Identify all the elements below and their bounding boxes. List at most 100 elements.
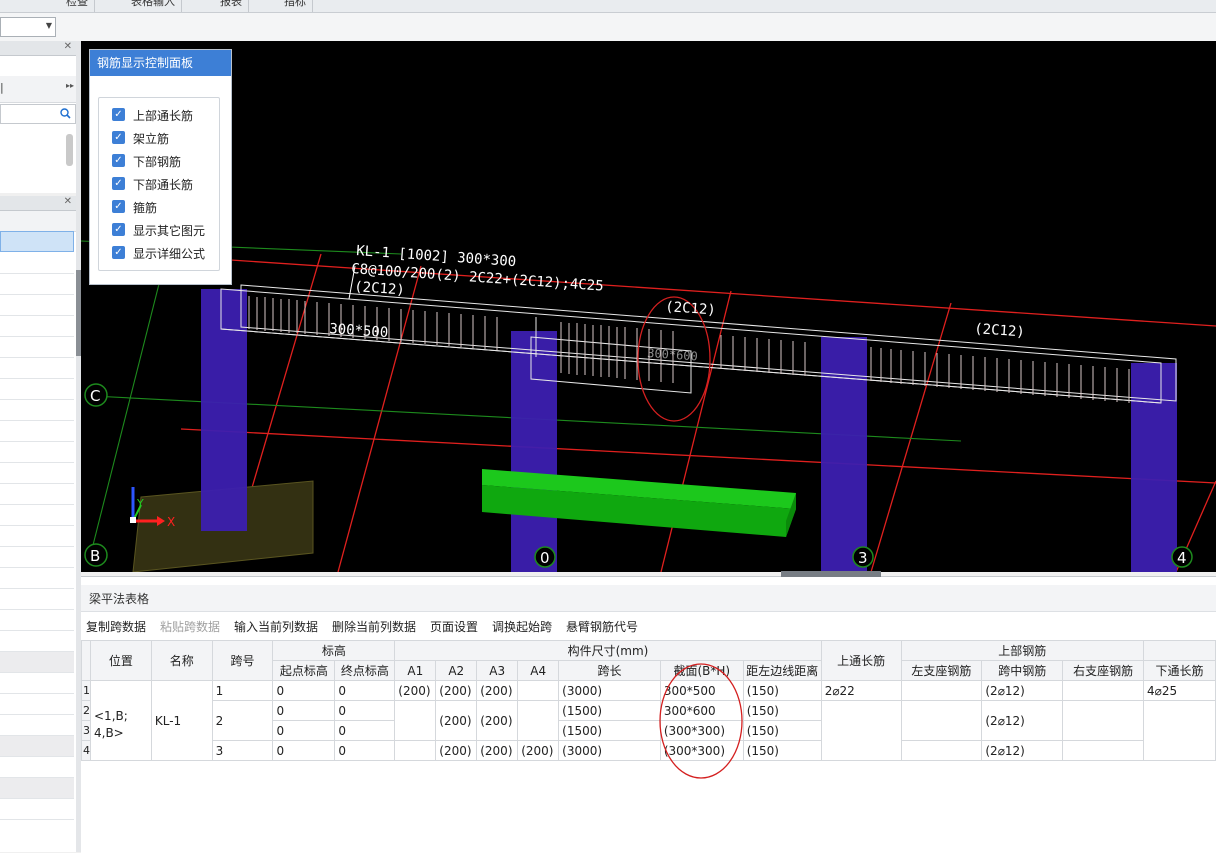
header-bottom-through[interactable]: 下通长筋	[1143, 660, 1216, 681]
option-erection-rebar[interactable]: ✓ 架立筋	[112, 129, 230, 147]
cell-end-elev[interactable]: 0	[334, 720, 396, 741]
cell-start-elev[interactable]: 0	[272, 720, 336, 741]
cell-a1[interactable]	[394, 740, 437, 761]
list-item[interactable]	[0, 631, 74, 652]
tab-report[interactable]: 报表	[214, 0, 249, 12]
list-item[interactable]	[0, 547, 74, 568]
header-name[interactable]: 名称	[150, 640, 213, 681]
tab-table-input[interactable]: 表格输入	[125, 0, 182, 12]
header-position[interactable]: 位置	[90, 640, 152, 681]
cell-span[interactable]: 1	[211, 680, 274, 701]
list-item[interactable]	[0, 442, 74, 463]
list-item[interactable]	[0, 274, 74, 295]
option-stirrups[interactable]: ✓ 箍筋	[112, 198, 230, 216]
cell-left-support[interactable]	[900, 680, 983, 701]
cell-start-elev[interactable]: 0	[272, 700, 336, 721]
cell-span[interactable]: 3	[211, 740, 274, 761]
cell-start-elev[interactable]: 0	[272, 680, 336, 701]
header-dist-left[interactable]: 距左边线距离	[742, 660, 822, 681]
cell-dist-left[interactable]: (150)	[742, 700, 822, 721]
cell-a2[interactable]: (200)	[435, 700, 478, 741]
search-input[interactable]	[0, 104, 76, 124]
list-group-row[interactable]	[0, 652, 74, 673]
cell-mid-span[interactable]: (2⌀12)	[981, 680, 1064, 701]
list-item[interactable]	[0, 589, 74, 610]
option-show-detailed-formula[interactable]: ✓ 显示详细公式	[112, 244, 230, 262]
cell-a4[interactable]: (200)	[517, 740, 560, 761]
cell-a1[interactable]	[394, 700, 437, 741]
cell-span-length[interactable]: (1500)	[558, 720, 661, 741]
header-span-length[interactable]: 跨长	[558, 660, 661, 681]
cell-start-elev[interactable]: 0	[272, 740, 336, 761]
cell-a4[interactable]	[517, 700, 560, 741]
list-item[interactable]	[0, 484, 74, 505]
cell-right-support[interactable]	[1062, 680, 1145, 701]
list-item[interactable]	[0, 610, 74, 631]
scrollbar-thumb[interactable]	[66, 134, 73, 166]
option-bottom-rebar[interactable]: ✓ 下部钢筋	[112, 152, 230, 170]
checkbox-checked-icon[interactable]: ✓	[112, 108, 125, 121]
checkbox-checked-icon[interactable]: ✓	[112, 177, 125, 190]
checkbox-checked-icon[interactable]: ✓	[112, 223, 125, 236]
cell-a3[interactable]: (200)	[476, 680, 519, 701]
list-item[interactable]	[0, 379, 74, 400]
cell-bottom-through[interactable]	[1143, 700, 1216, 761]
input-current-column-button[interactable]: 输入当前列数据	[234, 618, 318, 635]
option-bottom-through-rebar[interactable]: ✓ 下部通长筋	[112, 175, 230, 193]
list-item[interactable]	[0, 337, 74, 358]
list-item[interactable]	[0, 295, 74, 316]
cell-dist-left[interactable]: (150)	[742, 720, 822, 741]
list-item[interactable]	[0, 673, 74, 694]
cell-a2[interactable]: (200)	[435, 740, 478, 761]
checkbox-checked-icon[interactable]: ✓	[112, 246, 125, 259]
left-panel-tab[interactable]: | ▸▸	[0, 76, 76, 103]
tab-indicator[interactable]: 指标	[278, 0, 313, 12]
cell-a1[interactable]: (200)	[394, 680, 437, 701]
option-top-through-rebar[interactable]: ✓ 上部通长筋	[112, 106, 230, 124]
header-dimensions[interactable]: 构件尺寸(mm)	[394, 640, 822, 661]
checkbox-checked-icon[interactable]: ✓	[112, 200, 125, 213]
header-a1[interactable]: A1	[394, 660, 437, 681]
cell-position[interactable]: <1,B; 4,B>	[90, 680, 152, 761]
header-elevation[interactable]: 标高	[272, 640, 396, 661]
search-icon[interactable]	[60, 108, 71, 119]
header-a4[interactable]: A4	[517, 660, 560, 681]
list-item[interactable]	[0, 526, 74, 547]
cell-a3[interactable]: (200)	[476, 740, 519, 761]
cell-end-elev[interactable]: 0	[334, 680, 396, 701]
control-panel-title[interactable]: 钢筋显示控制面板	[90, 50, 231, 76]
cell-span-length[interactable]: (1500)	[558, 700, 661, 721]
close-icon[interactable]: ✕	[64, 196, 72, 207]
list-group-row[interactable]	[0, 778, 74, 799]
copy-span-data-button[interactable]: 复制跨数据	[86, 618, 146, 635]
cell-a3[interactable]: (200)	[476, 700, 519, 741]
cell-right-support[interactable]	[1062, 700, 1145, 741]
header-right-support[interactable]: 右支座钢筋	[1062, 660, 1145, 681]
header-span-no[interactable]: 跨号	[211, 640, 274, 681]
list-item[interactable]	[0, 757, 74, 778]
cell-mid-span[interactable]: (2⌀12)	[981, 700, 1064, 741]
paste-span-data-button[interactable]: 粘贴跨数据	[160, 618, 220, 635]
option-show-other-elements[interactable]: ✓ 显示其它图元	[112, 221, 230, 239]
list-item[interactable]	[0, 505, 74, 526]
cell-end-elev[interactable]: 0	[334, 740, 396, 761]
header-start-elev[interactable]: 起点标高	[272, 660, 336, 681]
list-item[interactable]	[0, 694, 74, 715]
cell-end-elev[interactable]: 0	[334, 700, 396, 721]
cell-a2[interactable]: (200)	[435, 680, 478, 701]
list-item[interactable]	[0, 316, 74, 337]
cell-left-support[interactable]	[900, 740, 983, 761]
cell-bottom-through[interactable]: 4⌀25	[1143, 680, 1216, 701]
cell-left-support[interactable]	[900, 700, 983, 741]
delete-current-column-button[interactable]: 删除当前列数据	[332, 618, 416, 635]
cantilever-rebar-code-button[interactable]: 悬臂钢筋代号	[566, 618, 638, 635]
list-item[interactable]	[0, 799, 74, 820]
expand-arrows-icon[interactable]: ▸▸	[66, 81, 74, 90]
cell-a4[interactable]	[517, 680, 560, 701]
cell-span-length[interactable]: (3000)	[558, 680, 661, 701]
list-item[interactable]	[0, 421, 74, 442]
3d-viewport[interactable]: KL-1 [1002] 300*300 C8@100/200(2) 2C22+(…	[81, 41, 1216, 572]
cell-dist-left[interactable]: (150)	[742, 680, 822, 701]
cell-top-through[interactable]	[820, 700, 902, 761]
swap-start-span-button[interactable]: 调换起始跨	[492, 618, 552, 635]
